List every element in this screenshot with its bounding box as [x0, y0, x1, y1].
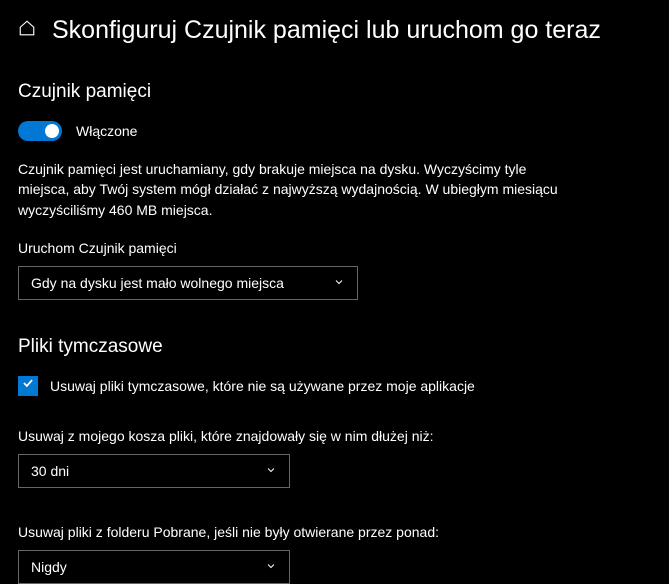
storage-sense-toggle-row: Włączone [18, 121, 651, 141]
page-title: Skonfiguruj Czujnik pamięci lub uruchom … [52, 16, 601, 45]
run-storage-sense-label: Uruchom Czujnik pamięci [18, 240, 651, 256]
storage-sense-description: Czujnik pamięci jest uruchamiany, gdy br… [18, 159, 578, 220]
downloads-select[interactable]: Nigdy [18, 550, 290, 584]
temp-files-heading: Pliki tymczasowe [18, 336, 651, 358]
home-icon[interactable] [18, 19, 36, 42]
recycle-bin-label: Usuwaj z mojego kosza pliki, które znajd… [18, 428, 651, 444]
recycle-bin-value: 30 dni [31, 463, 69, 479]
delete-temp-files-row: Usuwaj pliki tymczasowe, które nie są uż… [18, 376, 651, 396]
downloads-value: Nigdy [31, 559, 67, 575]
checkmark-icon [21, 376, 35, 395]
delete-temp-files-label: Usuwaj pliki tymczasowe, które nie są uż… [50, 378, 475, 394]
toggle-knob [45, 124, 59, 138]
delete-temp-files-checkbox[interactable] [18, 376, 38, 396]
page-header: Skonfiguruj Czujnik pamięci lub uruchom … [18, 16, 651, 45]
chevron-down-icon [265, 463, 277, 479]
storage-sense-toggle-label: Włączone [76, 123, 137, 139]
downloads-label: Usuwaj pliki z folderu Pobrane, jeśli ni… [18, 524, 651, 540]
storage-sense-heading: Czujnik pamięci [18, 81, 651, 103]
run-storage-sense-select[interactable]: Gdy na dysku jest mało wolnego miejsca [18, 266, 358, 300]
chevron-down-icon [265, 559, 277, 575]
chevron-down-icon [333, 275, 345, 291]
run-storage-sense-value: Gdy na dysku jest mało wolnego miejsca [31, 275, 284, 291]
recycle-bin-select[interactable]: 30 dni [18, 454, 290, 488]
storage-sense-toggle[interactable] [18, 121, 62, 141]
